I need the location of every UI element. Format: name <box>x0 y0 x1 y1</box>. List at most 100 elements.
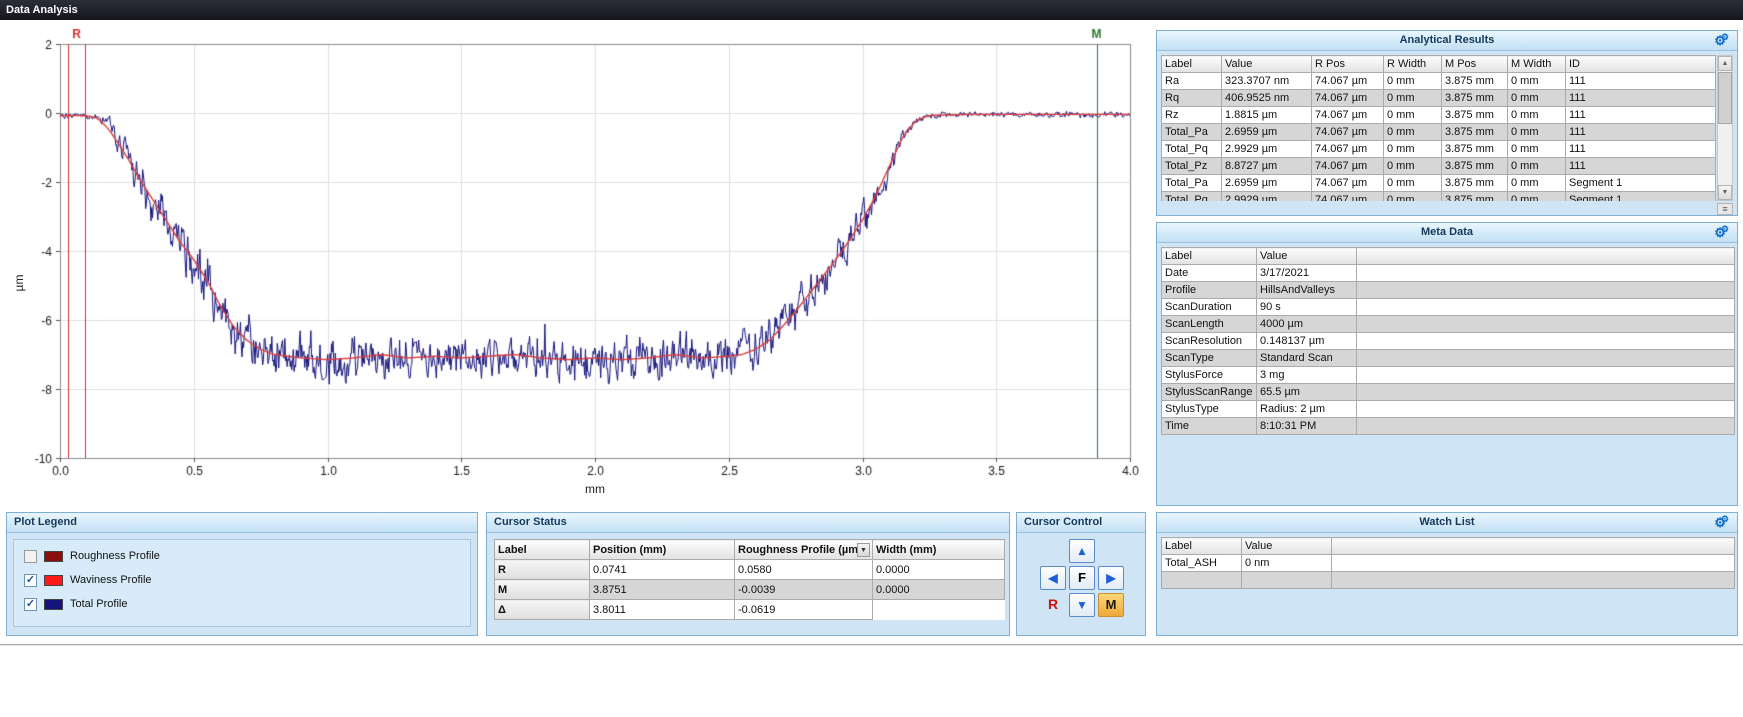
settings-gear-icon[interactable]: ⚙⚙ <box>1714 223 1734 244</box>
table-header-row: LabelValue <box>1162 538 1735 555</box>
scroll-thumb[interactable] <box>1718 72 1732 124</box>
column-header[interactable]: Value <box>1222 56 1312 73</box>
ghost-cell <box>873 600 1005 620</box>
column-header[interactable]: ID <box>1566 56 1716 73</box>
meta-row[interactable]: Time8:10:31 PM <box>1162 418 1735 435</box>
cell: Total_Pq <box>1162 192 1222 202</box>
cursor-up-button[interactable]: ▲ <box>1069 539 1095 563</box>
settings-gear-icon[interactable]: ⚙⚙ <box>1714 31 1734 52</box>
panel-title: Cursor Control <box>1024 516 1102 528</box>
table-options-grip[interactable]: ≡ <box>1717 203 1733 215</box>
cell: 111 <box>1566 141 1716 158</box>
width-cell[interactable]: 0.0000 <box>873 580 1005 600</box>
result-row[interactable]: Ra323.3707 nm74.067 µm0 mm3.875 mm0 mm11… <box>1162 73 1716 90</box>
cell: ScanDuration <box>1162 299 1257 316</box>
cell: 2.9929 µm <box>1222 192 1312 202</box>
watch-row[interactable]: Total_ASH0 nm <box>1162 555 1735 572</box>
column-header[interactable]: Label <box>1162 538 1242 555</box>
cell: ScanResolution <box>1162 333 1257 350</box>
cell: 111 <box>1566 73 1716 90</box>
meta-row[interactable]: ScanResolution0.148137 µm <box>1162 333 1735 350</box>
cursor-left-button[interactable]: ◀ <box>1040 566 1066 590</box>
cursor-m-select-button[interactable]: M <box>1098 593 1124 617</box>
column-header[interactable]: Label <box>1162 56 1222 73</box>
meta-row[interactable]: ProfileHillsAndValleys <box>1162 282 1735 299</box>
column-header[interactable]: R Width <box>1384 56 1442 73</box>
result-row[interactable]: Total_Pq2.9929 µm74.067 µm0 mm3.875 mm0 … <box>1162 192 1716 202</box>
result-row[interactable]: Rz1.8815 µm74.067 µm0 mm3.875 mm0 mm111 <box>1162 107 1716 124</box>
column-header[interactable]: R Pos <box>1312 56 1384 73</box>
result-row[interactable]: Rq406.9525 nm74.067 µm0 mm3.875 mm0 mm11… <box>1162 90 1716 107</box>
cell: 3.875 mm <box>1442 124 1508 141</box>
cell-filler <box>1357 418 1735 435</box>
profile-chart[interactable]: µm mm <box>6 24 1148 504</box>
cell: 3.875 mm <box>1442 192 1508 202</box>
cell: Radius: 2 µm <box>1257 401 1357 418</box>
cell: StylusScanRange <box>1162 384 1257 401</box>
cell: Total_Pz <box>1162 158 1222 175</box>
cursor-status-panel: Cursor Status LabelPosition (mm)Roughnes… <box>486 512 1010 636</box>
meta-row[interactable]: StylusTypeRadius: 2 µm <box>1162 401 1735 418</box>
cell-filler <box>1357 265 1735 282</box>
cell: 406.9525 nm <box>1222 90 1312 107</box>
results-scrollbar[interactable]: ▲ ▼ <box>1717 55 1733 201</box>
cell: Profile <box>1162 282 1257 299</box>
settings-gear-icon[interactable]: ⚙⚙ <box>1714 513 1734 534</box>
column-header[interactable]: M Pos <box>1442 56 1508 73</box>
profile-type-dropdown-icon[interactable]: ▼ <box>857 543 870 557</box>
column-header[interactable]: Value <box>1257 248 1357 265</box>
column-header[interactable]: Value <box>1242 538 1332 555</box>
cell: 4000 µm <box>1257 316 1357 333</box>
legend-checkbox[interactable]: ✓ <box>24 574 37 587</box>
width-cell[interactable]: 0.0000 <box>873 560 1005 580</box>
column-header[interactable]: M Width <box>1508 56 1566 73</box>
scroll-down-icon[interactable]: ▼ <box>1718 185 1732 200</box>
scroll-up-icon[interactable]: ▲ <box>1718 56 1732 71</box>
legend-checkbox[interactable]: ✓ <box>24 598 37 611</box>
meta-row[interactable]: ScanTypeStandard Scan <box>1162 350 1735 367</box>
meta-row[interactable]: StylusScanRange65.5 µm <box>1162 384 1735 401</box>
cell: Total_Pa <box>1162 175 1222 192</box>
cell: Standard Scan <box>1257 350 1357 367</box>
meta-row[interactable]: ScanDuration90 s <box>1162 299 1735 316</box>
column-header[interactable]: Label <box>1162 248 1257 265</box>
cell: 111 <box>1566 158 1716 175</box>
empty-row <box>1162 572 1735 589</box>
position-cell[interactable]: 3.8751 <box>590 580 735 600</box>
cell: 0 mm <box>1508 141 1566 158</box>
cursor-status-row: R0.07410.05800.0000 <box>495 560 1005 580</box>
meta-row[interactable]: StylusForce3 mg <box>1162 367 1735 384</box>
horizontal-splitter[interactable] <box>0 644 1743 646</box>
meta-row[interactable]: Date3/17/2021 <box>1162 265 1735 282</box>
position-cell[interactable]: 0.0741 <box>590 560 735 580</box>
profile-value-cell[interactable]: -0.0039 <box>735 580 873 600</box>
plot-legend-header: Plot Legend <box>7 513 477 533</box>
result-row[interactable]: Total_Pa2.6959 µm74.067 µm0 mm3.875 mm0 … <box>1162 124 1716 141</box>
profile-value-cell[interactable]: 0.0580 <box>735 560 873 580</box>
cursor-right-button[interactable]: ▶ <box>1098 566 1124 590</box>
cursor-label-cell: R <box>495 560 590 580</box>
cursor-fine-button[interactable]: F <box>1069 566 1095 590</box>
gear-icon: ⚙ <box>1721 514 1729 524</box>
result-row[interactable]: Total_Pa2.6959 µm74.067 µm0 mm3.875 mm0 … <box>1162 175 1716 192</box>
cursor-down-button[interactable]: ▼ <box>1069 593 1095 617</box>
profile-plot-canvas[interactable] <box>6 24 1148 504</box>
legend-color-swatch <box>44 599 63 610</box>
profile-value-cell[interactable]: -0.0619 <box>735 600 873 620</box>
result-row[interactable]: Total_Pq2.9929 µm74.067 µm0 mm3.875 mm0 … <box>1162 141 1716 158</box>
table-header-row: LabelValueR PosR WidthM PosM WidthID <box>1162 56 1716 73</box>
legend-checkbox[interactable] <box>24 550 37 563</box>
result-row[interactable]: Total_Pz8.8727 µm74.067 µm0 mm3.875 mm0 … <box>1162 158 1716 175</box>
cell: 3.875 mm <box>1442 141 1508 158</box>
meta-row[interactable]: ScanLength4000 µm <box>1162 316 1735 333</box>
cell: 0 mm <box>1384 175 1442 192</box>
cell: Date <box>1162 265 1257 282</box>
cursor-status-row: Δ3.8011-0.0619 <box>495 600 1005 620</box>
cursor-r-select-button[interactable]: R <box>1040 593 1066 617</box>
x-axis-label: mm <box>60 482 1130 496</box>
cell <box>1332 572 1735 589</box>
legend-color-swatch <box>44 551 63 562</box>
position-cell[interactable]: 3.8011 <box>590 600 735 620</box>
cell-filler <box>1357 401 1735 418</box>
left-arrow-icon: ◀ <box>1048 571 1057 585</box>
